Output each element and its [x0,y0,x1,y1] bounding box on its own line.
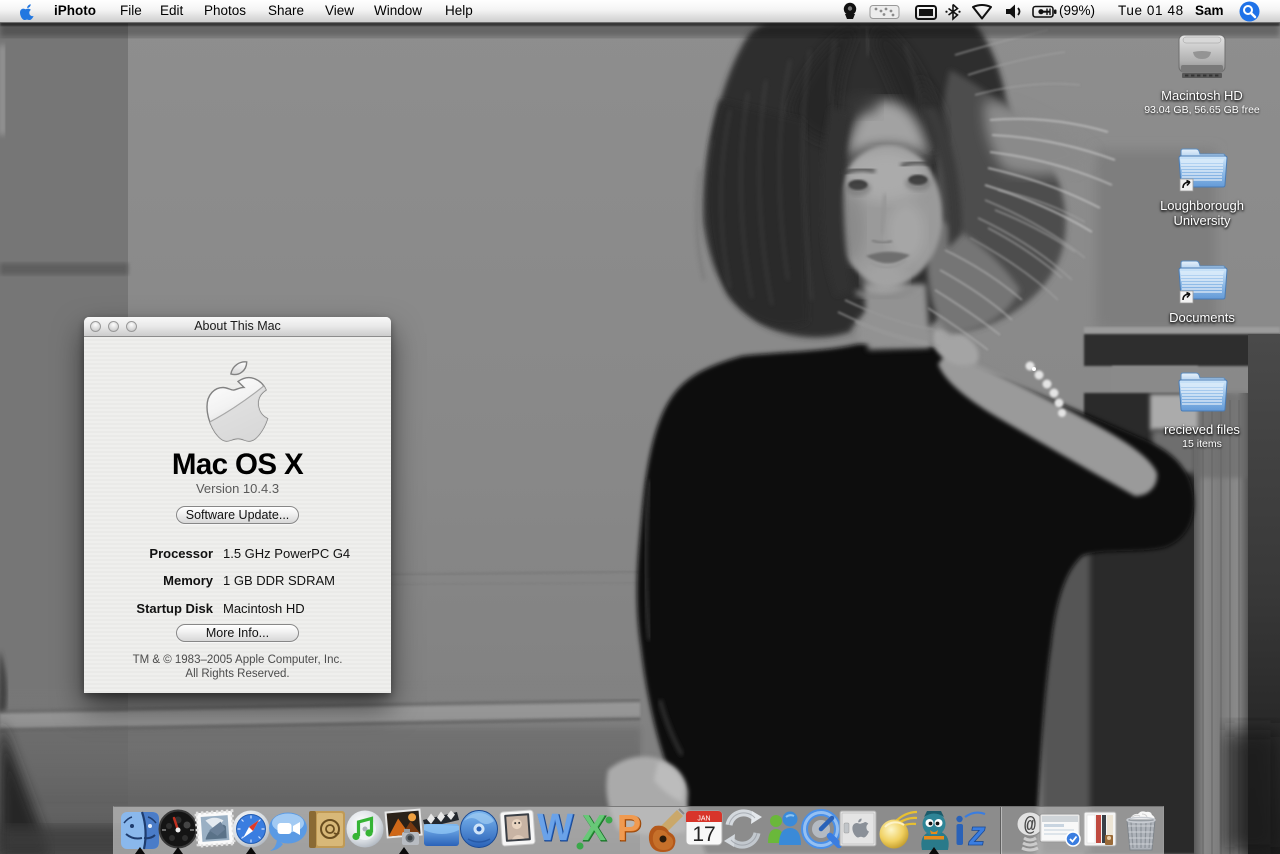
svg-text:z: z [968,815,986,853]
svg-text:P: P [617,807,641,848]
svg-text:X: X [582,807,606,848]
svg-text:W: W [537,807,573,849]
svg-text:@: @ [1024,815,1036,838]
svg-text:17: 17 [692,823,715,846]
svg-text:JAN: JAN [697,816,710,823]
